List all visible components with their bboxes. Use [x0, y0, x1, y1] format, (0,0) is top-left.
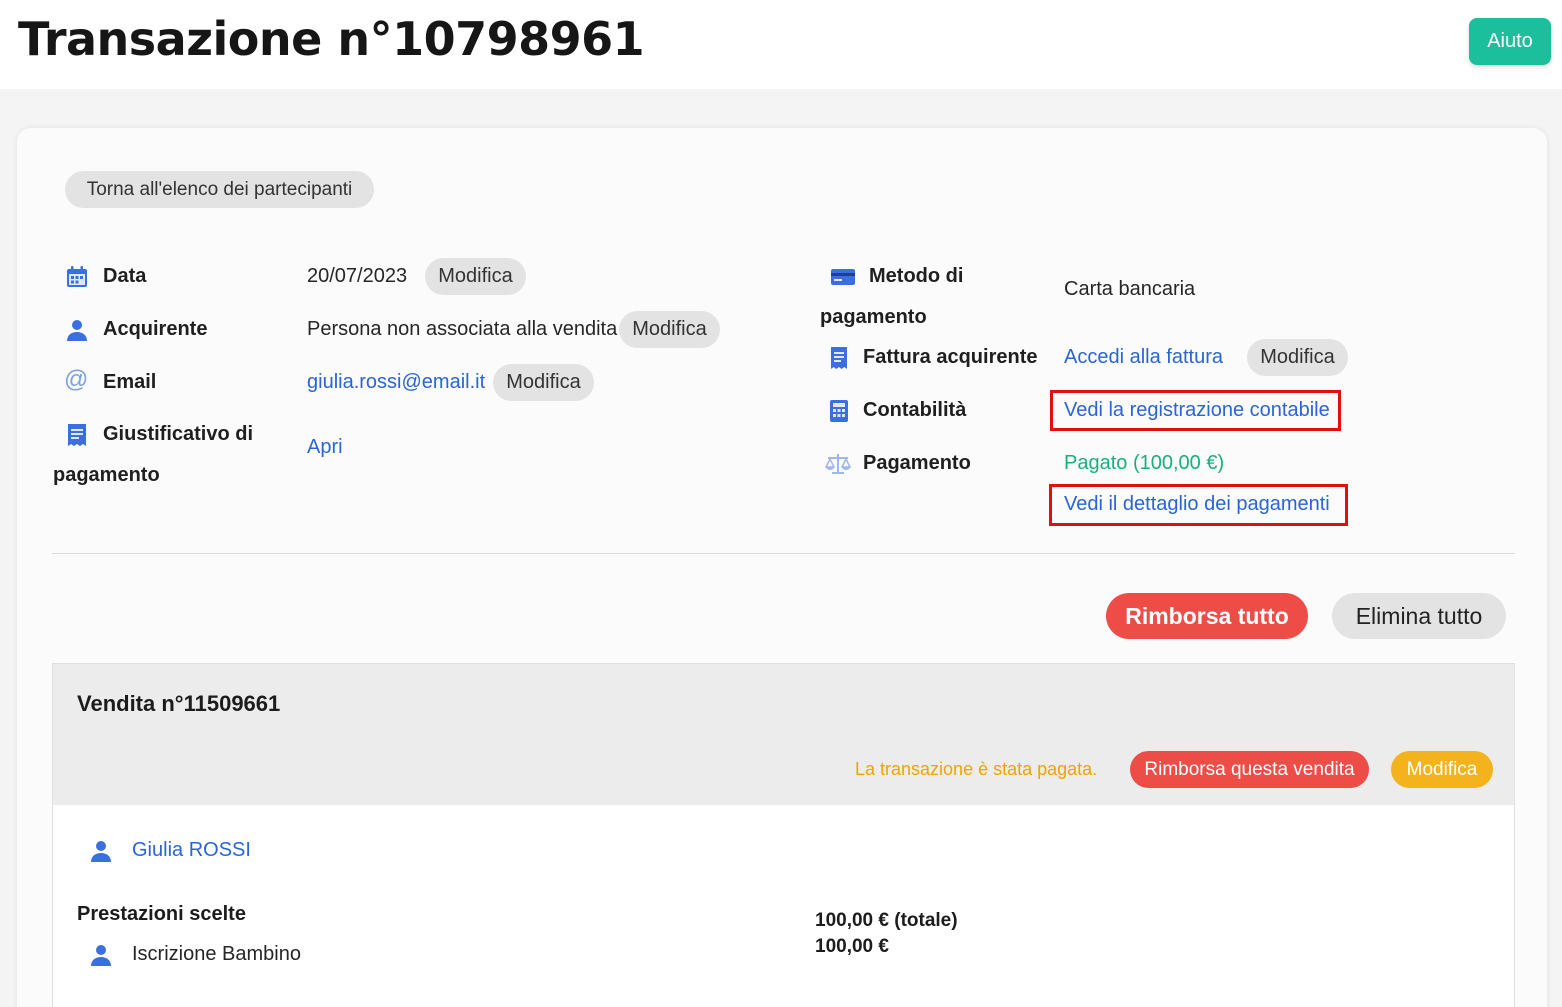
section-divider [52, 553, 1515, 554]
user-icon [67, 320, 87, 341]
payment-method-label: Metodo di [869, 265, 964, 287]
help-button[interactable]: Aiuto [1469, 18, 1551, 65]
invoice-label: Fattura acquirente [863, 346, 1038, 368]
edit-buyer-button[interactable]: Modifica [619, 311, 720, 348]
buyer-value: Persona non associata alla vendita [307, 318, 618, 340]
invoice-receipt-icon [831, 347, 847, 369]
email-link[interactable]: giulia.rossi@email.it [307, 371, 485, 394]
sale-total: 100,00 € (totale) [815, 910, 958, 931]
back-to-participants-button[interactable]: Torna all'elenco dei partecipanti [65, 171, 374, 208]
chosen-services-title: Prestazioni scelte [77, 903, 246, 925]
refund-all-button[interactable]: Rimborsa tutto [1106, 593, 1308, 639]
participant-user-icon [91, 841, 111, 862]
access-invoice-link[interactable]: Accedi alla fattura [1064, 346, 1223, 369]
payment-method-value: Carta bancaria [1064, 278, 1196, 300]
edit-date-button[interactable]: Modifica [425, 258, 526, 295]
sale-title: Vendita n°11509661 [77, 691, 281, 716]
open-proof-link[interactable]: Apri [307, 436, 343, 459]
page-title: Transazione n°10798961 [18, 12, 645, 66]
sale-panel: Vendita n°11509661 La transazione è stat… [52, 663, 1515, 1007]
date-label: Data [103, 265, 147, 287]
service-name: Iscrizione Bambino [132, 943, 301, 965]
balance-scale-icon [825, 454, 851, 474]
buyer-label: Acquirente [103, 318, 208, 340]
payment-status: Pagato (100,00 €) [1064, 452, 1225, 474]
sale-header: Vendita n°11509661 La transazione è stat… [53, 664, 1514, 805]
accounting-label: Contabilità [863, 399, 967, 421]
delete-all-button[interactable]: Elimina tutto [1332, 593, 1506, 639]
service-amount: 100,00 € [815, 936, 889, 957]
date-value: 20/07/2023 [307, 265, 408, 287]
highlight-accounting-box [1050, 390, 1341, 431]
calculator-icon [830, 400, 848, 422]
credit-card-icon [831, 269, 855, 285]
refund-sale-button[interactable]: Rimborsa questa vendita [1130, 751, 1369, 788]
receipt-icon [68, 424, 86, 446]
top-bar: Transazione n°10798961 Aiuto [0, 0, 1562, 89]
highlight-payment-details-box [1049, 484, 1348, 526]
edit-email-button[interactable]: Modifica [493, 364, 594, 401]
edit-sale-button[interactable]: Modifica [1391, 751, 1493, 788]
at-sign-icon: @ [64, 366, 89, 393]
participant-name-link[interactable]: Giulia ROSSI [132, 839, 251, 862]
proof-label-continued: pagamento [53, 464, 160, 486]
email-label: Email [103, 371, 157, 393]
service-user-icon [91, 945, 111, 966]
edit-invoice-button[interactable]: Modifica [1247, 339, 1348, 376]
payment-method-label-continued: pagamento [820, 306, 927, 328]
payment-label: Pagamento [863, 452, 971, 474]
sale-paid-status: La transazione è stata pagata. [855, 759, 1098, 779]
calendar-icon [67, 266, 87, 287]
proof-label: Giustificativo di [103, 423, 254, 445]
